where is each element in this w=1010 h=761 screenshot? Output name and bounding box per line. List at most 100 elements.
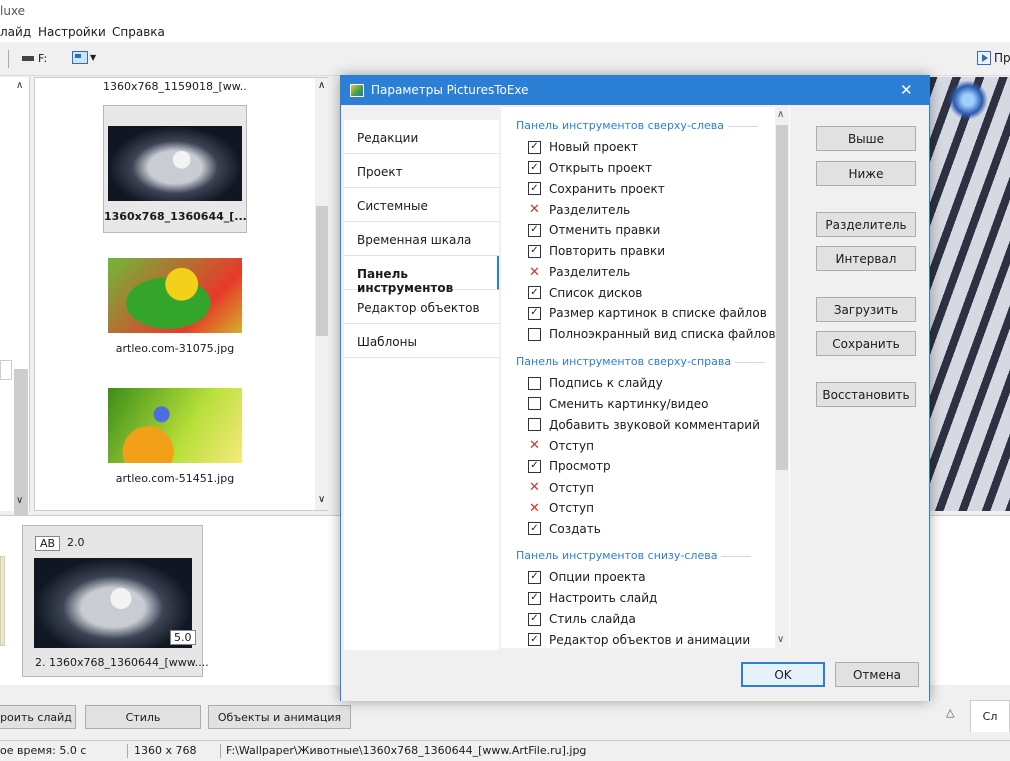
- group-heading-text: Панель инструментов снизу-слева: [516, 549, 718, 563]
- toolbar-option-label: Подпись к слайду: [549, 376, 663, 390]
- toolbar-option[interactable]: ✕ Отступ: [528, 480, 594, 495]
- toolbar-option[interactable]: ✓ Создать: [528, 522, 601, 536]
- toolbar-option[interactable]: ✕ Разделитель: [528, 202, 630, 217]
- checkbox-checked[interactable]: ✓: [528, 244, 541, 258]
- checkbox-unchecked[interactable]: [528, 397, 541, 411]
- nav-item-timeline[interactable]: Временная шкала: [344, 222, 499, 256]
- toolbar-option[interactable]: Добавить звуковой комментарий: [528, 418, 760, 432]
- file-list-scrollbar[interactable]: ∧ ∨: [315, 78, 329, 510]
- file-list-panel[interactable]: 1360x768_1159018_[ww... 1360x768_1360644…: [34, 77, 329, 511]
- toolbar-list-scrollbar-thumb[interactable]: [776, 125, 788, 470]
- toolbar-option[interactable]: ✕ Отступ: [528, 501, 594, 516]
- file-item-1360644[interactable]: 1360x768_1360644_[...: [103, 105, 247, 233]
- checkbox-checked[interactable]: ✓: [528, 161, 541, 175]
- checkbox-unchecked[interactable]: [528, 376, 541, 390]
- toolbar-option[interactable]: ✓ Новый проект: [528, 140, 638, 154]
- toolbar-items-list[interactable]: Панель инструментов сверху-слева ✓ Новый п…: [501, 107, 790, 648]
- file-item-1159018[interactable]: 1360x768_1159018_[ww...: [103, 80, 247, 93]
- menu-help[interactable]: Справка: [112, 25, 165, 39]
- separator-x-icon[interactable]: ✕: [528, 265, 541, 280]
- save-button[interactable]: Сохранить: [816, 331, 916, 356]
- checkbox-checked[interactable]: ✓: [528, 522, 541, 536]
- interval-button[interactable]: Интервал: [816, 246, 916, 271]
- toolbar-option[interactable]: ✓ Повторить правки: [528, 244, 665, 258]
- separator-button[interactable]: Разделитель: [816, 212, 916, 237]
- file-list-scrollbar-thumb[interactable]: [316, 206, 328, 336]
- drive-selector[interactable]: F:: [22, 52, 47, 65]
- preview-button[interactable]: Пр: [977, 51, 1010, 65]
- toolbar-option[interactable]: ✓ Сохранить проект: [528, 182, 665, 196]
- separator-x-icon[interactable]: ✕: [528, 480, 541, 495]
- toolbar-option[interactable]: ✓ Просмотр: [528, 459, 611, 473]
- toolbar-option[interactable]: Сменить картинку/видео: [528, 397, 708, 411]
- toolbar-option[interactable]: ✓ Размер картинок в списке файлов: [528, 306, 767, 320]
- previous-slide-card[interactable]: [0, 556, 5, 646]
- toolbar-option-label: Создать: [549, 521, 601, 536]
- toolbar-option[interactable]: ✓ Стиль слайда: [528, 612, 636, 626]
- toolbar-option[interactable]: Полноэкранный вид списка файлов: [528, 327, 776, 341]
- checkbox-unchecked[interactable]: [528, 418, 541, 432]
- toolbar-option[interactable]: ✓ Настроить слайд: [528, 591, 657, 605]
- nav-item-revisions[interactable]: Редакции: [344, 120, 499, 154]
- triangle-up-icon[interactable]: △: [946, 706, 954, 719]
- slide-card[interactable]: AB 2.0 5.0 2. 1360x768_1360644_[www....: [22, 525, 209, 677]
- checkbox-unchecked[interactable]: [528, 327, 541, 341]
- toolbar-option[interactable]: ✕ Разделитель: [528, 265, 630, 280]
- customize-slide-button[interactable]: роить слайд: [0, 705, 76, 729]
- checkbox-checked[interactable]: ✓: [528, 591, 541, 605]
- checkbox-checked[interactable]: ✓: [528, 182, 541, 196]
- checkbox-checked[interactable]: ✓: [528, 223, 541, 237]
- checkbox-checked[interactable]: ✓: [528, 459, 541, 473]
- tree-item-box[interactable]: [0, 360, 12, 380]
- nav-item-project[interactable]: Проект: [344, 154, 499, 188]
- chevron-up-icon[interactable]: ∧: [318, 80, 325, 91]
- checkbox-checked[interactable]: ✓: [528, 286, 541, 300]
- toolbar-option[interactable]: Подпись к слайду: [528, 376, 663, 390]
- chevron-down-icon[interactable]: ∨: [16, 495, 23, 506]
- checkbox-checked[interactable]: ✓: [528, 140, 541, 154]
- cancel-button[interactable]: Отмена: [835, 662, 919, 687]
- toolbar-option[interactable]: ✓ Список дисков: [528, 286, 642, 300]
- folder-tree[interactable]: ∧ ∨: [0, 77, 30, 521]
- thumbnail-size-button[interactable]: ▼: [72, 51, 96, 64]
- checkbox-checked[interactable]: ✓: [528, 570, 541, 584]
- separator-x-icon[interactable]: ✕: [528, 501, 541, 516]
- thumbnail-size-icon: [72, 51, 88, 64]
- dialog-title-bar[interactable]: Параметры PicturesToExe ✕: [341, 76, 929, 105]
- nav-item-templates[interactable]: Шаблоны: [344, 324, 499, 358]
- app-title-bar: luxe: [0, 0, 1010, 22]
- chevron-down-icon[interactable]: ∨: [777, 634, 784, 645]
- transition-badge[interactable]: AB: [35, 536, 61, 551]
- toolbar-option[interactable]: ✓ Редактор объектов и анимации: [528, 633, 750, 647]
- restore-button[interactable]: Восстановить: [816, 382, 916, 407]
- toolbar-option[interactable]: ✓ Открыть проект: [528, 161, 652, 175]
- style-button[interactable]: Стиль: [85, 705, 201, 729]
- checkbox-checked[interactable]: ✓: [528, 306, 541, 320]
- menu-settings[interactable]: Настройки: [38, 25, 106, 39]
- ok-button[interactable]: OK: [741, 662, 825, 687]
- menu-slide[interactable]: лайд: [0, 25, 31, 39]
- close-icon[interactable]: ✕: [900, 81, 913, 99]
- chevron-up-icon[interactable]: ∧: [777, 109, 784, 120]
- status-time: ое время: 5.0 с: [0, 744, 87, 757]
- load-button[interactable]: Загрузить: [816, 297, 916, 322]
- separator-x-icon[interactable]: ✕: [528, 438, 541, 453]
- toolbar-list-scrollbar[interactable]: ∧ ∨: [775, 107, 789, 648]
- chevron-down-icon[interactable]: ∨: [318, 494, 325, 505]
- file-item-artleo-51451[interactable]: artleo.com-51451.jpg: [103, 388, 247, 485]
- tab-slides[interactable]: Сл: [970, 700, 1010, 732]
- nav-item-system[interactable]: Системные: [344, 188, 499, 222]
- nav-item-toolbar[interactable]: Панель инструментов: [344, 256, 499, 295]
- move-down-button[interactable]: Ниже: [816, 161, 916, 186]
- move-up-button[interactable]: Выше: [816, 126, 916, 151]
- checkbox-checked[interactable]: ✓: [528, 633, 541, 647]
- objects-animation-button[interactable]: Объекты и анимация: [208, 705, 351, 729]
- nav-item-object-editor[interactable]: Редактор объектов: [344, 290, 499, 324]
- toolbar-option[interactable]: ✓ Отменить правки: [528, 223, 660, 237]
- separator-x-icon[interactable]: ✕: [528, 202, 541, 217]
- chevron-up-icon[interactable]: ∧: [16, 80, 23, 91]
- toolbar-option[interactable]: ✕ Отступ: [528, 438, 594, 453]
- file-item-artleo-31075[interactable]: artleo.com-31075.jpg: [103, 258, 247, 355]
- toolbar-option[interactable]: ✓ Опции проекта: [528, 570, 646, 584]
- checkbox-checked[interactable]: ✓: [528, 612, 541, 626]
